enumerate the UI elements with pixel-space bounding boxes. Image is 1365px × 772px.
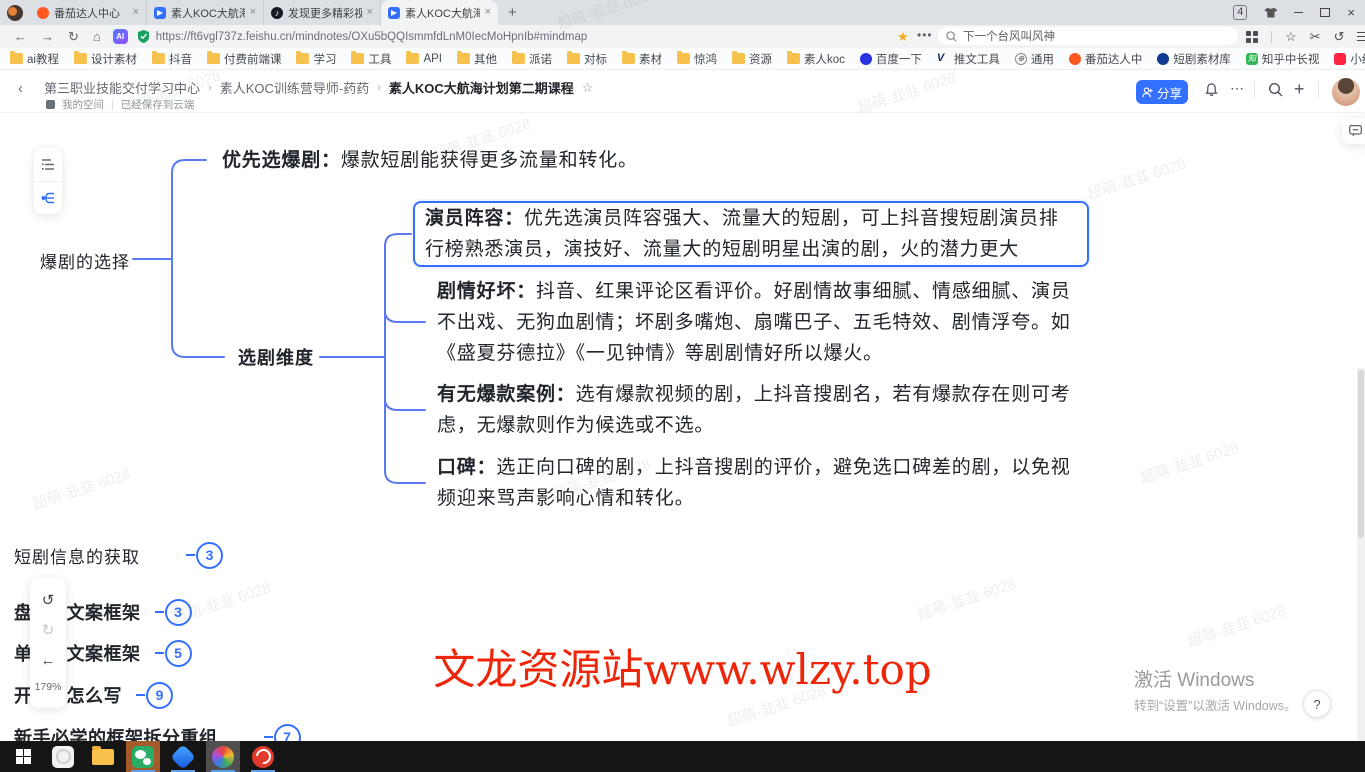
mindmap-view-icon bbox=[41, 192, 55, 204]
windows-logo-icon bbox=[16, 749, 31, 764]
mindmap-node-hit-cases[interactable]: 有无爆款案例：选有爆款视频的剧，上抖音搜剧名，若有爆款存在则可考虑，无爆款则作为… bbox=[437, 379, 1073, 441]
file-explorer-icon bbox=[92, 749, 114, 765]
zoom-level[interactable]: 179% bbox=[35, 682, 62, 693]
back-to-root-icon[interactable]: ← bbox=[41, 653, 56, 668]
mindmap-node-plot[interactable]: 剧情好坏：抖音、红果评论区看评价。好剧情故事细腻、情感细腻、演员不出戏、无狗血剧… bbox=[437, 276, 1073, 369]
red-circle-app-icon bbox=[252, 746, 274, 768]
quark-browser-icon bbox=[170, 744, 195, 769]
color-wheel-app-icon bbox=[212, 746, 234, 768]
mindmap-node-cast-selected[interactable]: 演员阵容：优先选演员阵容强大、流量大的短剧，可上抖音搜短剧演员排行榜熟悉演员，演… bbox=[413, 201, 1089, 267]
mindmap-node-reputation[interactable]: 口碑：选正向口碑的剧，上抖音搜剧的评价，避免选口碑差的剧，以免视频迎来骂声影响心… bbox=[437, 452, 1073, 514]
activate-windows-notice: 激活 Windows 转到“设置”以激活 Windows。 bbox=[1134, 665, 1297, 714]
outline-view-button[interactable] bbox=[34, 148, 62, 181]
canvas-toolbar: ↺ ↻ ← 179% bbox=[30, 578, 66, 708]
mindmap-connectors bbox=[0, 0, 1365, 741]
redo-icon[interactable]: ↻ bbox=[42, 623, 55, 638]
outline-list-icon bbox=[42, 159, 55, 170]
scrollbar-thumb[interactable] bbox=[1358, 370, 1364, 538]
taskbar-red-app[interactable] bbox=[246, 741, 280, 772]
mindmap-node-dimension[interactable]: 选剧维度 bbox=[238, 344, 314, 370]
wechat-icon bbox=[132, 746, 154, 768]
taskbar-quark-browser[interactable] bbox=[166, 741, 200, 772]
start-button[interactable] bbox=[6, 741, 40, 772]
comment-icon bbox=[1349, 125, 1362, 137]
comment-button[interactable] bbox=[1342, 118, 1365, 144]
undo-icon[interactable]: ↺ bbox=[42, 593, 55, 608]
taskbar-file-explorer[interactable] bbox=[86, 741, 120, 772]
taskbar-wechat[interactable] bbox=[126, 741, 160, 772]
windows-taskbar bbox=[0, 741, 1365, 772]
mindmap-node-priority[interactable]: 优先选爆剧：爆款短剧能获得更多流量和转化。 bbox=[222, 145, 638, 176]
taskbar-app-white[interactable] bbox=[46, 741, 80, 772]
help-button[interactable]: ? bbox=[1303, 690, 1331, 718]
white-app-icon bbox=[52, 746, 74, 768]
view-switch-panel bbox=[34, 148, 62, 214]
mindmap-root-node[interactable]: 爆剧的选择 bbox=[40, 248, 130, 273]
screen: 番茄达人中心 × 素人KOC大航海计划第二期课程 × ♪ 发现更多精彩视频 - … bbox=[0, 0, 1365, 772]
mindmap-view-button[interactable] bbox=[34, 181, 62, 215]
taskbar-color-app[interactable] bbox=[206, 741, 240, 772]
